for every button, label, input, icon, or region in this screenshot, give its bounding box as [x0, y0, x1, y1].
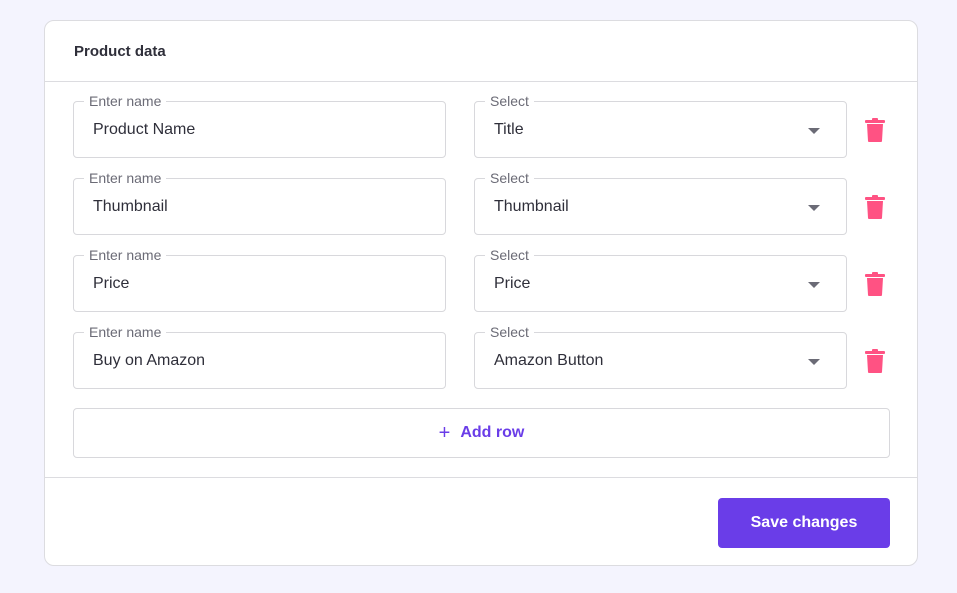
plus-icon: +	[438, 422, 451, 444]
select-label: Select	[485, 323, 534, 341]
select-value: Price	[494, 275, 531, 292]
caret-down-icon	[808, 128, 820, 134]
name-input[interactable]	[93, 274, 423, 294]
name-field-label: Enter name	[84, 323, 167, 341]
mapping-rows: Enter name Select Title Enter name Selec…	[73, 92, 891, 409]
footer-divider	[45, 477, 917, 478]
field-type-select[interactable]: Select Amazon Button	[474, 323, 847, 389]
trash-icon[interactable]	[865, 195, 885, 219]
select-value: Thumbnail	[494, 198, 569, 215]
mapping-row: Enter name Select Amazon Button	[73, 323, 891, 389]
caret-down-icon	[808, 282, 820, 288]
caret-down-icon	[808, 205, 820, 211]
field-type-select[interactable]: Select Title	[474, 92, 847, 158]
select-value: Amazon Button	[494, 352, 604, 369]
select-label: Select	[485, 92, 534, 110]
trash-icon[interactable]	[865, 272, 885, 296]
trash-icon[interactable]	[865, 349, 885, 373]
select-value: Title	[494, 121, 524, 138]
save-changes-button[interactable]: Save changes	[718, 498, 890, 548]
name-field-label: Enter name	[84, 92, 167, 110]
name-input[interactable]	[93, 351, 423, 371]
field-type-select[interactable]: Select Thumbnail	[474, 169, 847, 235]
mapping-row: Enter name Select Thumbnail	[73, 169, 891, 235]
name-field[interactable]: Enter name	[73, 169, 446, 235]
select-label: Select	[485, 169, 534, 187]
card-title: Product data	[74, 42, 166, 60]
mapping-row: Enter name Select Price	[73, 246, 891, 312]
product-data-card: Product data Enter name Select Title Ent…	[44, 20, 918, 566]
add-row-button[interactable]: + Add row	[73, 408, 890, 458]
card-header: Product data	[45, 21, 917, 82]
select-label: Select	[485, 246, 534, 264]
field-type-select[interactable]: Select Price	[474, 246, 847, 312]
name-field-label: Enter name	[84, 246, 167, 264]
name-field[interactable]: Enter name	[73, 92, 446, 158]
name-input[interactable]	[93, 197, 423, 217]
name-field[interactable]: Enter name	[73, 246, 446, 312]
caret-down-icon	[808, 359, 820, 365]
trash-icon[interactable]	[865, 118, 885, 142]
name-field[interactable]: Enter name	[73, 323, 446, 389]
add-row-label: Add row	[460, 424, 525, 441]
name-input[interactable]	[93, 120, 423, 140]
mapping-row: Enter name Select Title	[73, 92, 891, 158]
name-field-label: Enter name	[84, 169, 167, 187]
